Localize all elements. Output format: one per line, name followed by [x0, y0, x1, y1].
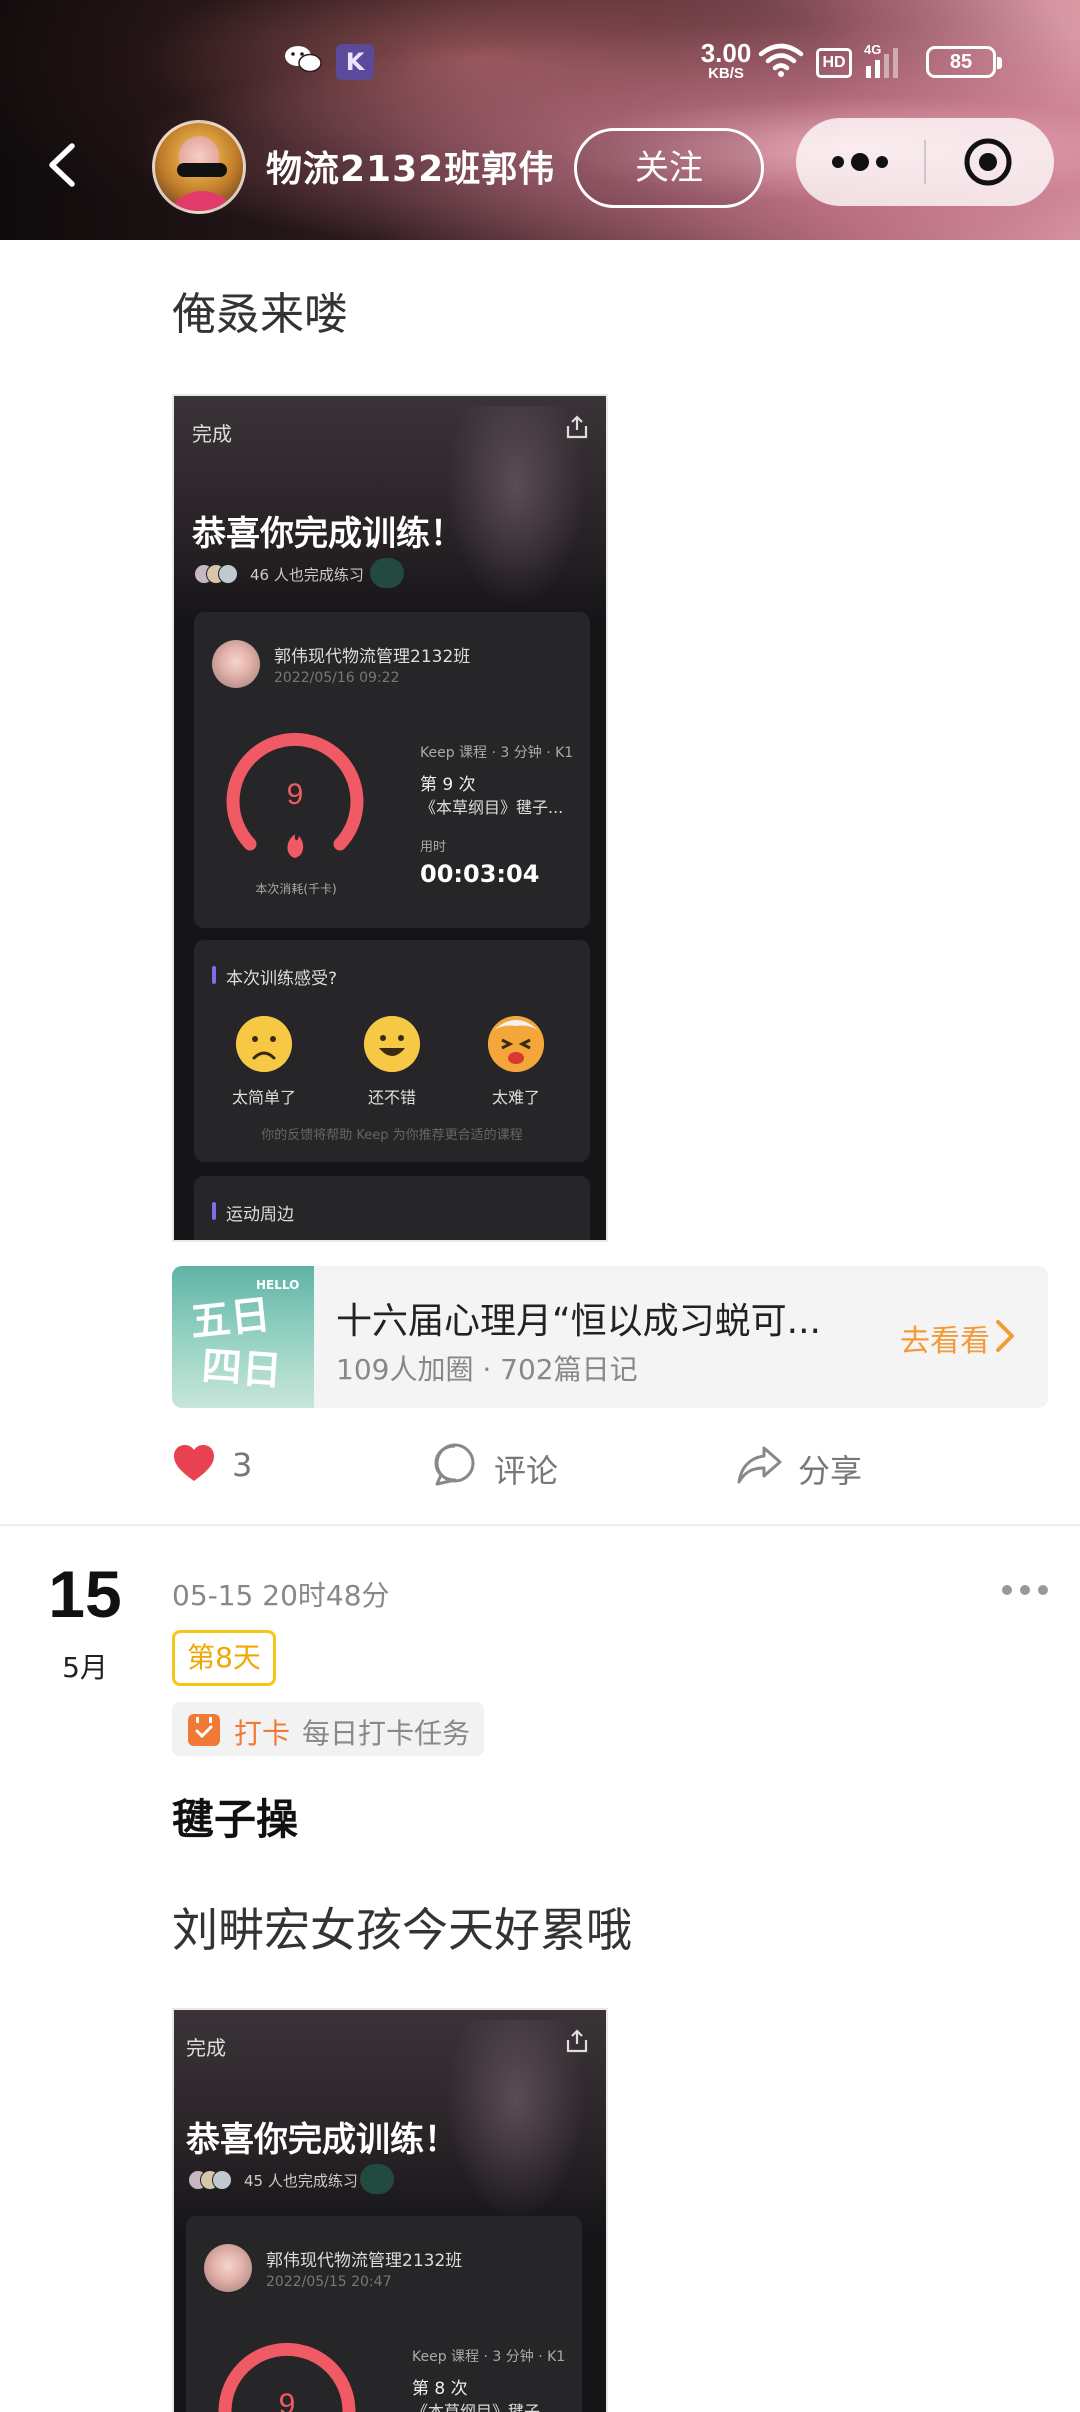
post-divider [0, 1524, 1080, 1526]
status-bar: K 3.00 KB/S HD 4G 85 [0, 0, 1080, 120]
used-time: 00:03:04 [420, 860, 540, 888]
avatar-dress [165, 191, 239, 211]
participant-avatars [194, 564, 244, 584]
checkin-task: 每日打卡任务 [302, 1717, 471, 1750]
speed-value: 3.00 [700, 38, 752, 68]
emoji-sad-icon [236, 1016, 292, 1072]
share-icon [566, 415, 588, 439]
feedback-note: 你的反馈将帮助 Keep 为你推荐更合适的课程 [261, 1128, 523, 1143]
topic-banner[interactable]: 五日 四日 HELLO 十六届心理月“恒以成习蜕可... 109人加圈 · 70… [172, 1266, 1048, 1408]
used-time-label: 用时 [420, 840, 447, 855]
post-image[interactable]: 完成 恭喜你完成训练！ 46 人也完成练习 郭伟现代物流管理2132班 2022… [172, 394, 608, 1242]
kcal-ring: 9 [218, 2342, 356, 2412]
kcal-value: 9 [287, 778, 304, 811]
comment-icon [434, 1443, 475, 1486]
like-count: 3 [232, 1446, 253, 1484]
miniprogram-capsule [796, 118, 1054, 206]
feedback-card: 本次训练感受? 太简单了 还不错 太难了 你的反馈将帮助 Keep 为你推荐更合… [194, 940, 590, 1162]
image-user-avatar [212, 640, 260, 688]
image-congrats: 恭喜你完成训练！ [192, 514, 464, 554]
nearby-card: 运动周边 [194, 1176, 590, 1240]
back-icon[interactable] [40, 140, 90, 190]
feedback-title: 本次训练感受? [212, 964, 337, 989]
course-count: 第 9 次 [420, 775, 476, 795]
wifi-icon [758, 43, 804, 77]
chevron-right-icon [996, 1320, 1014, 1352]
course-count: 第 8 次 [412, 2379, 468, 2399]
image-badge [370, 558, 404, 588]
comment-button[interactable]: 评论 [432, 1442, 592, 1490]
post-day: 15 [48, 1557, 122, 1631]
topic-thumbnail: 五日 四日 HELLO [172, 1266, 314, 1408]
follow-button[interactable]: 关注 [574, 128, 764, 208]
post-time: 05-15 20时48分 [172, 1579, 390, 1612]
topic-stats: 109人加圈 · 702篇日记 [336, 1353, 638, 1386]
post-image[interactable]: 完成 恭喜你完成训练！ 45 人也完成练习 郭伟现代物流管理2132班 2022… [172, 2008, 608, 2412]
feedback-option-easy: 太简单了 [231, 1088, 296, 1107]
course-meta: Keep 课程 · 3 分钟 · K1 [412, 2349, 566, 2365]
header: K 3.00 KB/S HD 4G 85 物流2132班郭伟 关注 [0, 0, 1080, 240]
post-text: 俺叒来喽 [172, 289, 348, 340]
checkin-tag[interactable]: 打卡 每日打卡任务 [172, 1702, 484, 1756]
network-type: 4G [864, 42, 881, 57]
checkin-label: 打卡 [234, 1717, 291, 1750]
share-button[interactable]: 分享 [736, 1442, 896, 1490]
hd-icon: HD [816, 48, 852, 78]
avatar-glasses [177, 163, 227, 177]
like-button[interactable]: 3 [172, 1442, 292, 1490]
share-icon [566, 2029, 588, 2053]
network-speed: 3.00 KB/S [696, 40, 756, 81]
participant-avatars [188, 2170, 238, 2190]
more-icon[interactable] [796, 118, 924, 206]
image-done-label: 完成 [186, 2036, 226, 2060]
image-user-avatar [204, 2244, 252, 2292]
emoji-tired-icon [488, 1016, 544, 1072]
result-card: 郭伟现代物流管理2132班 2022/05/16 09:22 9 本次消耗(千卡… [194, 612, 590, 928]
comment-label: 评论 [494, 1452, 559, 1490]
kcal-ring: 9 [226, 732, 364, 858]
image-congrats: 恭喜你完成训练！ [186, 2120, 458, 2160]
kcal-value: 9 [279, 2388, 296, 2412]
nearby-title: 运动周边 [212, 1200, 294, 1225]
post-title: 毽子操 [172, 1795, 299, 1844]
image-badge [360, 2164, 394, 2194]
checkin-icon [188, 1714, 220, 1746]
image-participants: 45 人也完成练习 [244, 2172, 358, 2190]
battery-indicator: 85 [926, 46, 1002, 78]
image-user-name: 郭伟现代物流管理2132班 [266, 2251, 463, 2271]
image-participants: 46 人也完成练习 [250, 566, 364, 584]
wechat-icon [285, 46, 322, 73]
image-date: 2022/05/16 09:22 [274, 670, 400, 686]
username[interactable]: 物流2132班郭伟 [266, 140, 555, 192]
course-meta: Keep 课程 · 3 分钟 · K1 [420, 745, 574, 761]
speed-unit: KB/S [708, 65, 744, 82]
emoji-smile-icon [364, 1016, 420, 1072]
signal-icon: 4G [864, 42, 898, 78]
share-label: 分享 [798, 1452, 863, 1490]
image-date: 2022/05/15 20:47 [266, 2274, 392, 2290]
day-count-badge: 第8天 [172, 1630, 276, 1686]
feedback-option-ok: 还不错 [367, 1088, 416, 1107]
close-target-icon[interactable] [926, 118, 1054, 206]
kcal-label: 本次消耗(千卡) [255, 882, 337, 896]
image-done-label: 完成 [192, 422, 232, 446]
avatar[interactable] [152, 120, 246, 214]
result-card: 郭伟现代物流管理2132班 2022/05/15 20:47 9 Keep 课程… [186, 2216, 582, 2412]
topic-title: 十六届心理月“恒以成习蜕可... [336, 1301, 821, 1342]
keep-app-icon: K [336, 44, 374, 80]
image-user-name: 郭伟现代物流管理2132班 [274, 647, 471, 667]
share-arrow-icon [737, 1446, 782, 1484]
feedback-option-hard: 太难了 [491, 1088, 540, 1107]
post-text: 刘畊宏女孩今天好累哦 [172, 1903, 632, 1957]
topic-go-link[interactable]: 去看看 [900, 1316, 990, 1360]
post-month: 5月 [62, 1651, 108, 1684]
course-title: 《本草纲目》毽子... [412, 2402, 556, 2412]
heart-icon [174, 1445, 214, 1481]
more-options-icon[interactable] [1000, 1580, 1050, 1600]
course-title: 《本草纲目》毽子... [420, 798, 564, 817]
